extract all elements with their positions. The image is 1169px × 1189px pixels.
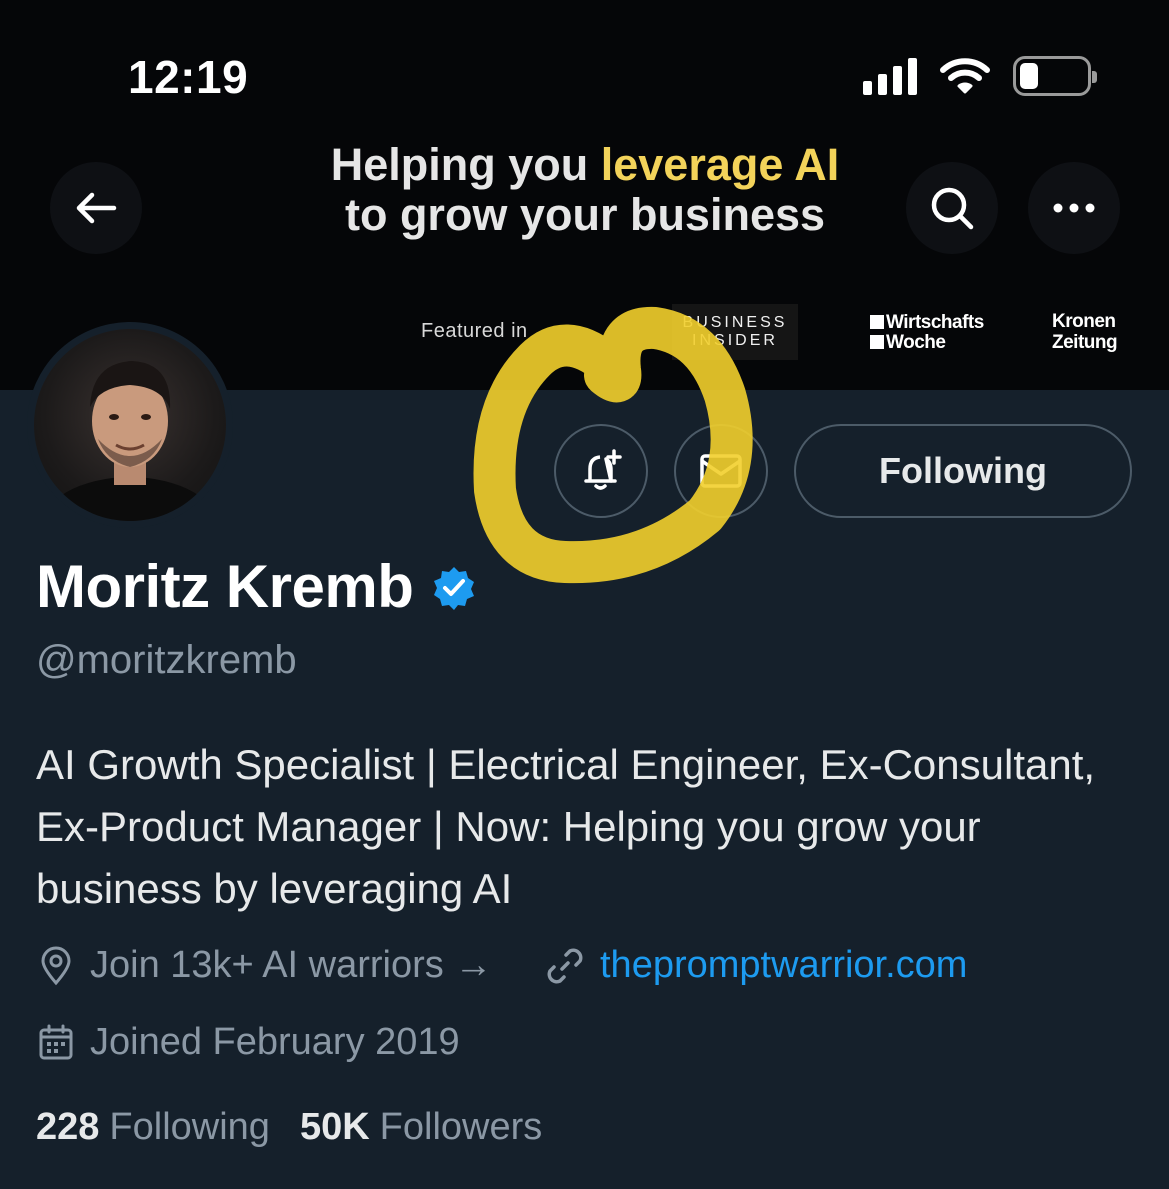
following-label: Following [109, 1106, 270, 1148]
wifi-icon [940, 58, 990, 94]
tagline-prefix: Helping you [330, 139, 601, 190]
back-button[interactable] [50, 162, 142, 254]
back-arrow-icon [76, 192, 117, 224]
link-icon [547, 948, 583, 983]
location-pin-icon [41, 946, 71, 985]
logo-kz-line2: Zeitung [1052, 332, 1118, 353]
profile-bio: AI Growth Specialist | Electrical Engine… [36, 741, 1096, 912]
more-options-button[interactable] [1028, 162, 1120, 254]
followers-label: Followers [379, 1106, 543, 1148]
message-button[interactable] [674, 424, 768, 518]
search-button[interactable] [906, 162, 998, 254]
calendar-icon [39, 1024, 73, 1059]
logo-ww-line2: Woche [886, 332, 946, 353]
avatar[interactable] [27, 322, 233, 528]
following-button[interactable]: Following [794, 424, 1132, 518]
avatar-photo [34, 329, 226, 521]
profile-handle: @moritzkremb [36, 638, 297, 682]
logo-bi-line1: BUSINESS [682, 314, 788, 331]
banner-tagline: Helping you leverage AI to grow your bus… [260, 140, 910, 240]
profile-stats: 228 Following 50K Followers [36, 1106, 542, 1149]
profile-location[interactable]: Join 13k+ AI warriors → [36, 944, 492, 987]
followers-stat[interactable]: 50K Followers [300, 1106, 542, 1149]
verified-badge-icon [434, 566, 475, 610]
featured-label: Featured in [421, 320, 528, 342]
tagline-accent: leverage AI [600, 139, 840, 190]
following-count: 228 [36, 1106, 100, 1148]
business-insider-logo: BUSINESS INSIDER [672, 304, 798, 360]
envelope-icon [700, 454, 742, 488]
kronen-zeitung-logo: Kronen Zeitung [1052, 311, 1118, 353]
following-stat[interactable]: 228 Following [36, 1106, 270, 1149]
avatar-portrait [41, 361, 219, 521]
notifications-button[interactable] [554, 424, 648, 518]
search-icon [931, 187, 974, 230]
bell-plus-icon [584, 449, 622, 490]
joined-text: Joined February 2019 [90, 1021, 460, 1063]
profile-name: Moritz Kremb [36, 553, 414, 620]
location-text: Join 13k+ AI warriors → [90, 944, 493, 986]
more-dots-icon [1053, 203, 1095, 213]
logo-bi-line2: INSIDER [692, 332, 778, 349]
logo-kz-line1: Kronen [1052, 311, 1116, 332]
battery-icon [1013, 56, 1097, 96]
followers-count: 50K [299, 1106, 370, 1148]
profile-website[interactable]: thepromptwarrior.com [544, 944, 967, 987]
profile-joined: Joined February 2019 [36, 1021, 460, 1064]
status-time: 12:19 [128, 51, 249, 103]
tagline-line2: to grow your business [344, 189, 826, 240]
profile-name-row: Moritz Kremb [36, 552, 477, 621]
website-link[interactable]: thepromptwarrior.com [600, 944, 967, 987]
logo-ww-line1: Wirtschafts [886, 312, 984, 333]
status-icons [863, 56, 1097, 96]
cellular-signal-icon [863, 57, 917, 95]
wirtschaftswoche-logo: Wirtschafts Woche [870, 313, 984, 353]
